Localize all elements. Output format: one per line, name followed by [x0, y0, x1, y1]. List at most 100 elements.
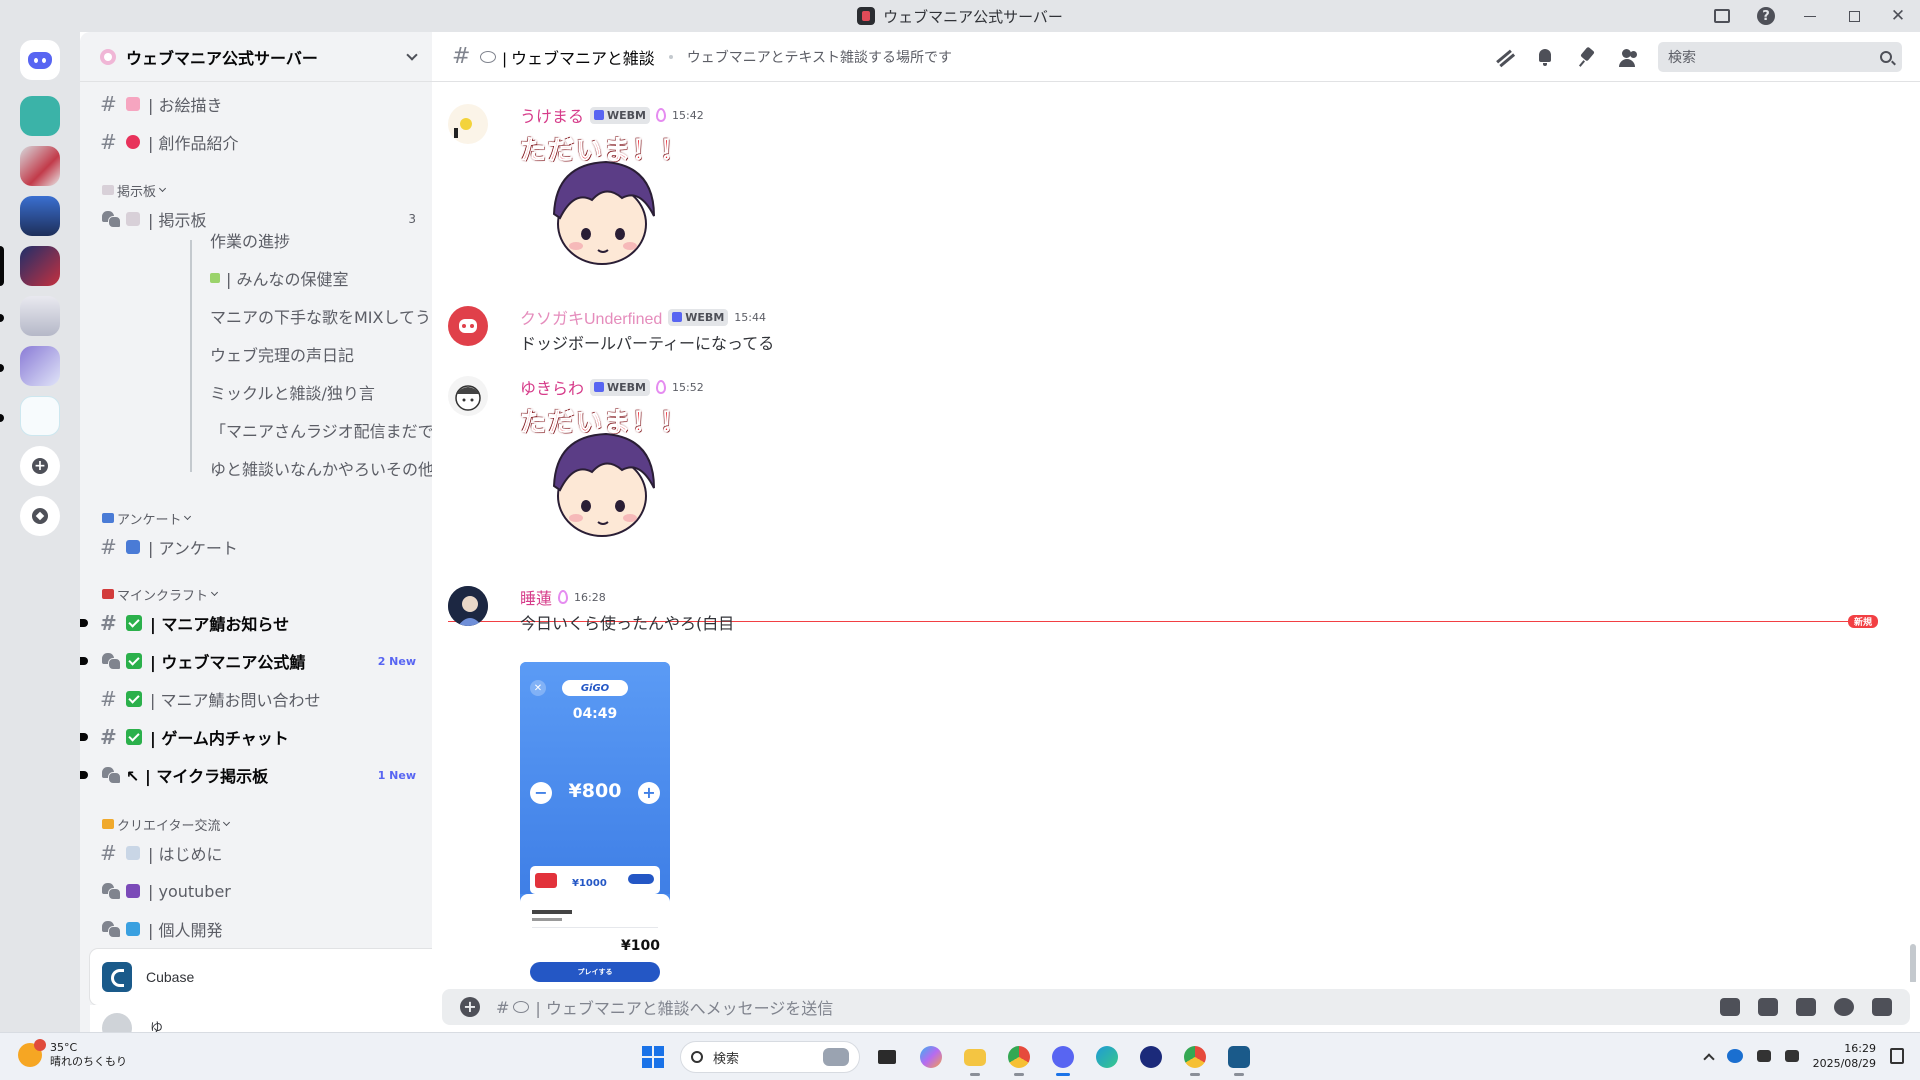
category-board[interactable]: 掲示板: [102, 180, 167, 200]
add-server-button[interactable]: +: [20, 446, 60, 486]
task-view-button[interactable]: [870, 1040, 904, 1074]
avatar[interactable]: [448, 376, 488, 416]
avatar[interactable]: [102, 1013, 132, 1032]
chevron-up-icon[interactable]: [1702, 1052, 1715, 1065]
thread-item[interactable]: 作業の進捗: [210, 223, 432, 257]
thread-item[interactable]: | みんなの保健室: [210, 261, 432, 295]
hash-icon: #: [100, 687, 117, 711]
message-composer: + # | ウェブマニアと雑談へメッセージを送信: [442, 989, 1910, 1025]
maximize-button[interactable]: [1832, 0, 1876, 32]
check-icon: [126, 729, 142, 745]
username[interactable]: クソガキUnderfined: [520, 305, 662, 329]
chrome-profile-button[interactable]: [1178, 1040, 1212, 1076]
thread-item[interactable]: ミックルと雑談/独り言: [210, 375, 432, 409]
explore-button[interactable]: [20, 496, 60, 536]
weather-icon: [18, 1039, 46, 1067]
composer-tools: [1720, 998, 1892, 1016]
bell-icon[interactable]: [1534, 46, 1556, 68]
volume-icon[interactable]: [1784, 1050, 1799, 1062]
category-minecraft[interactable]: マインクラフト: [102, 584, 219, 604]
message: クソガキUnderfined WEBM 15:44 ドッジボールパーティーになっ…: [448, 306, 1878, 356]
channel-works[interactable]: # | 創作品紹介: [100, 125, 416, 159]
server-icon-webmania[interactable]: [20, 246, 60, 286]
pin-icon[interactable]: [1576, 46, 1598, 68]
members-icon[interactable]: [1618, 46, 1640, 68]
clock-date: 2025/08/29: [1812, 1057, 1876, 1070]
chrome-button[interactable]: [1002, 1040, 1036, 1076]
onedrive-icon[interactable]: [1726, 1049, 1743, 1063]
channel-mc-chat[interactable]: # | ゲーム内チャット: [80, 720, 416, 754]
server-icon-5[interactable]: [20, 296, 60, 336]
copilot-button[interactable]: [914, 1040, 948, 1074]
activity-panel[interactable]: Cubase: [90, 949, 432, 1005]
sticker-icon[interactable]: [1796, 998, 1816, 1016]
username[interactable]: うけまる: [520, 103, 584, 127]
explorer-button[interactable]: [958, 1040, 992, 1076]
wifi-icon[interactable]: [1756, 1050, 1771, 1062]
server-icon-1[interactable]: [20, 96, 60, 136]
start-button[interactable]: [636, 1040, 670, 1074]
discord-taskbar-button[interactable]: [1046, 1040, 1080, 1076]
server-icon-7[interactable]: [20, 396, 60, 436]
channel-youtuber[interactable]: | youtuber: [100, 874, 416, 908]
ticket-line: [532, 918, 562, 921]
thread-item[interactable]: ウェブ完理の声日記: [210, 337, 432, 371]
phone-card: ¥1000: [530, 866, 660, 894]
home-button[interactable]: [20, 40, 60, 80]
server-icon: [857, 7, 876, 25]
server-icon-3[interactable]: [20, 196, 60, 236]
username[interactable]: 睡蓮: [520, 585, 552, 609]
gif-icon[interactable]: [1758, 998, 1778, 1016]
help-button[interactable]: ?: [1744, 0, 1788, 32]
thread-item[interactable]: マニアの下手な歌をMIXしてうまくす...: [210, 299, 432, 333]
check-icon: [126, 691, 142, 707]
apps-icon[interactable]: [1872, 998, 1892, 1016]
inbox-button[interactable]: [1700, 0, 1744, 32]
threads-icon[interactable]: [1492, 46, 1514, 68]
server-icon-2[interactable]: [20, 146, 60, 186]
category-creator[interactable]: クリエイター交流: [102, 814, 231, 834]
hash-icon: #: [100, 535, 117, 559]
user-name: ゆ: [150, 1021, 164, 1032]
weather-widget[interactable]: 35°C 晴れのちくもり: [18, 1039, 127, 1069]
channel-label: | 個人開発: [148, 921, 223, 940]
category-survey[interactable]: アンケート: [102, 508, 192, 528]
chat-area: # | ウェブマニアと雑談 ウェブマニアとテキスト雑談する場所です 検索 うけま…: [432, 32, 1920, 1032]
avatar[interactable]: [448, 586, 488, 626]
minimize-button[interactable]: [1788, 0, 1832, 32]
thread-item[interactable]: ゆと雑談いなんかやろいその他: [210, 451, 432, 485]
channel-mc-official[interactable]: | ウェブマニア公式鯖 2 New: [80, 644, 416, 678]
notification-icon[interactable]: [1890, 1048, 1904, 1064]
thread-label: 「マニアさんラジオ配信まだですか...: [210, 422, 432, 441]
scrollbar-thumb[interactable]: [1910, 944, 1916, 982]
emoji-icon[interactable]: [1834, 998, 1854, 1016]
message-input[interactable]: | ウェブマニアと雑談へメッセージを送信: [535, 995, 1720, 1019]
attach-button[interactable]: +: [460, 997, 480, 1017]
channel-survey[interactable]: # | アンケート: [100, 530, 416, 564]
username[interactable]: ゆきらわ: [520, 375, 584, 399]
server-icon-6[interactable]: [20, 346, 60, 386]
thread-item[interactable]: 「マニアさんラジオ配信まだですか...: [210, 413, 432, 447]
steinberg-button[interactable]: [1134, 1040, 1168, 1074]
channel-dev[interactable]: | 個人開発: [100, 912, 416, 946]
channel-mc-contact[interactable]: # | マニア鯖お問い合わせ: [100, 682, 416, 716]
cubase-taskbar-button[interactable]: [1222, 1040, 1256, 1076]
channel-mc-news[interactable]: # | マニア鯖お知らせ: [80, 606, 416, 640]
clock[interactable]: 16:29 2025/08/29: [1813, 1041, 1876, 1071]
edge-button[interactable]: [1090, 1040, 1124, 1074]
avatar[interactable]: [448, 104, 488, 144]
search-input[interactable]: 検索: [1658, 41, 1902, 72]
gift-icon[interactable]: [1720, 998, 1740, 1016]
channel-label: | マニア鯖お問い合わせ: [150, 691, 321, 710]
tag-label: WEBM: [685, 310, 725, 324]
taskbar-search[interactable]: 検索: [680, 1041, 860, 1073]
close-button[interactable]: ✕: [1876, 0, 1920, 32]
channel-mc-board[interactable]: ↖ | マイクラ掲示板 1 New: [80, 758, 416, 792]
tag-icon: [672, 312, 683, 322]
server-header[interactable]: ウェブマニア公式サーバー: [80, 32, 432, 82]
phone-bottom-sheet: ¥100 プレイする: [520, 894, 670, 982]
avatar[interactable]: [448, 306, 488, 346]
image-attachment[interactable]: ✕ GiGO 04:49 − ¥800 + ¥1000 ¥100 プレイする: [520, 662, 670, 982]
channel-oekaki[interactable]: # | お絵描き: [100, 87, 416, 121]
channel-intro[interactable]: # | はじめに: [100, 836, 416, 870]
